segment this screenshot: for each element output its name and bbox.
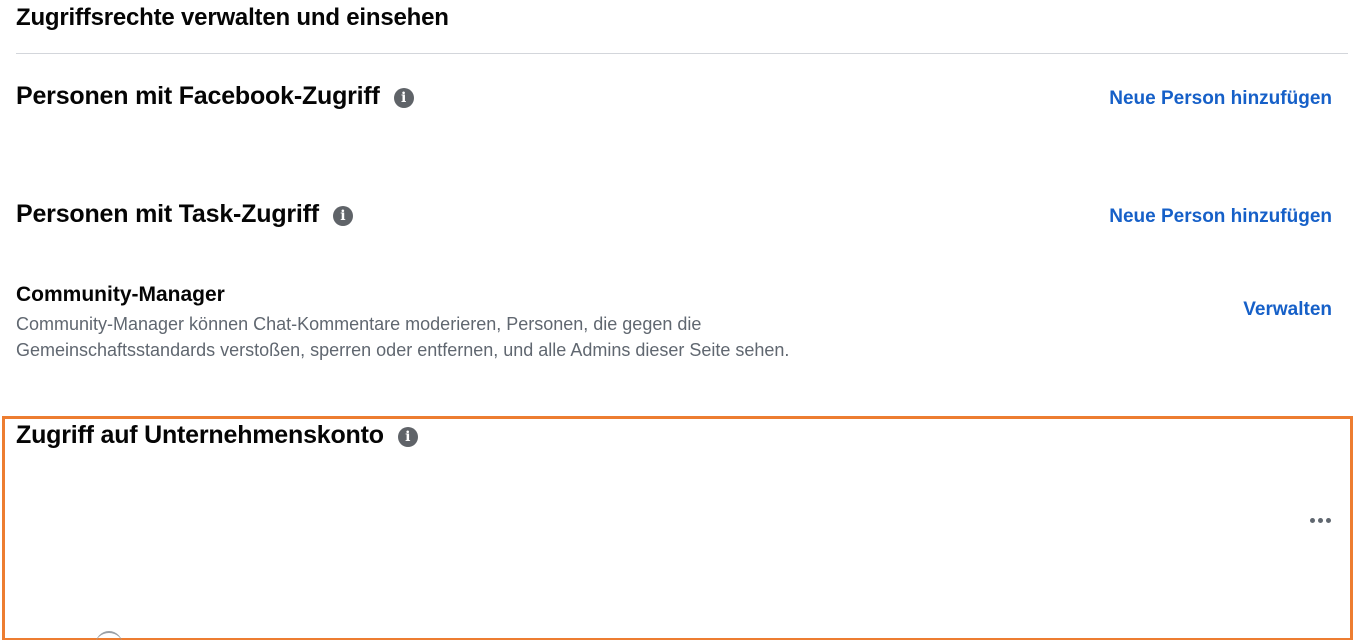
more-horizontal-icon[interactable] bbox=[1308, 514, 1333, 527]
community-manager-description: Community-Manager können Chat-Kommentare… bbox=[16, 314, 790, 360]
access-rights-page: Zugriffsrechte verwalten und einsehen Pe… bbox=[0, 0, 1353, 640]
add-person-facebook-link[interactable]: Neue Person hinzufügen bbox=[1109, 88, 1332, 110]
info-icon[interactable]: i bbox=[393, 88, 414, 108]
task-access-title: Personen mit Task-Zugriff bbox=[16, 200, 319, 228]
info-icon[interactable]: i bbox=[397, 427, 418, 447]
info-icon[interactable]: i bbox=[332, 206, 353, 226]
community-manager-title: Community-Manager bbox=[16, 283, 225, 306]
task-access-header: Personen mit Task-Zugriff i bbox=[16, 200, 353, 229]
business-account-header: Zugriff auf Unternehmenskonto i bbox=[16, 421, 418, 450]
facebook-access-header: Personen mit Facebook-Zugriff i bbox=[16, 82, 414, 111]
add-person-task-link[interactable]: Neue Person hinzufügen bbox=[1109, 206, 1332, 228]
manage-link[interactable]: Verwalten bbox=[1243, 299, 1332, 321]
facebook-access-title: Personen mit Facebook-Zugriff bbox=[16, 82, 380, 110]
business-account-title: Zugriff auf Unternehmenskonto bbox=[16, 421, 384, 449]
page-title: Zugriffsrechte verwalten und einsehen bbox=[16, 4, 449, 31]
header-divider bbox=[16, 53, 1348, 54]
